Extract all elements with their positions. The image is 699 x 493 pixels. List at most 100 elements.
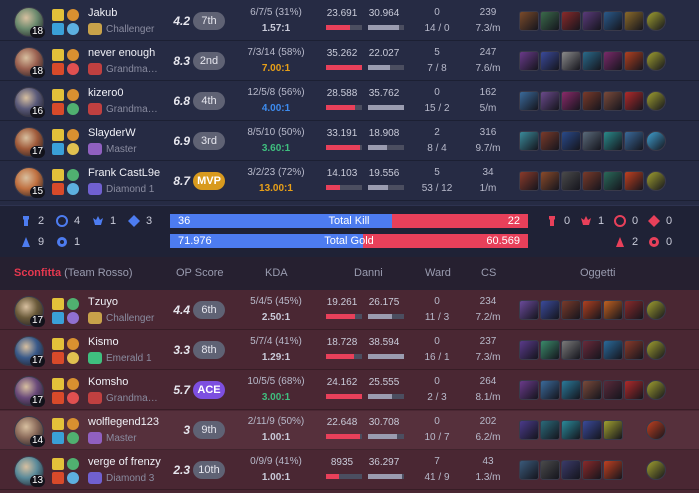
- item-icon[interactable]: [603, 91, 623, 111]
- keystone-rune-icon[interactable]: [67, 129, 79, 141]
- summoner-spell-2-icon[interactable]: [52, 143, 64, 155]
- item-icon[interactable]: [624, 171, 644, 191]
- summoner-spell-2-icon[interactable]: [52, 352, 64, 364]
- secondary-rune-icon[interactable]: [67, 472, 79, 484]
- item-icon[interactable]: [646, 300, 666, 320]
- summoner-spell-2-icon[interactable]: [52, 23, 64, 35]
- item-icon[interactable]: [540, 131, 560, 151]
- item-icon[interactable]: [540, 51, 560, 71]
- item-icon[interactable]: [519, 91, 539, 111]
- item-icon[interactable]: [540, 171, 560, 191]
- item-icon[interactable]: [646, 11, 666, 31]
- header-kda[interactable]: KDA: [265, 267, 288, 279]
- secondary-rune-icon[interactable]: [67, 352, 79, 364]
- keystone-rune-icon[interactable]: [67, 9, 79, 21]
- item-icon[interactable]: [519, 380, 539, 400]
- item-icon[interactable]: [646, 460, 666, 480]
- keystone-rune-icon[interactable]: [67, 169, 79, 181]
- item-icon[interactable]: [582, 460, 602, 480]
- item-icon[interactable]: [519, 340, 539, 360]
- item-icon[interactable]: [603, 171, 623, 191]
- summoner-name[interactable]: never enough: [88, 47, 155, 59]
- item-icon[interactable]: [561, 460, 581, 480]
- secondary-rune-icon[interactable]: [67, 63, 79, 75]
- summoner-spell-1-icon[interactable]: [52, 49, 64, 61]
- item-icon[interactable]: [624, 11, 644, 31]
- item-icon[interactable]: [582, 51, 602, 71]
- secondary-rune-icon[interactable]: [67, 23, 79, 35]
- secondary-rune-icon[interactable]: [67, 143, 79, 155]
- item-icon[interactable]: [646, 91, 666, 111]
- keystone-rune-icon[interactable]: [67, 338, 79, 350]
- item-icon[interactable]: [582, 300, 602, 320]
- secondary-rune-icon[interactable]: [67, 432, 79, 444]
- header-damage[interactable]: Danni: [354, 267, 383, 279]
- keystone-rune-icon[interactable]: [67, 49, 79, 61]
- item-icon[interactable]: [561, 380, 581, 400]
- keystone-rune-icon[interactable]: [67, 298, 79, 310]
- item-icon[interactable]: [603, 340, 623, 360]
- item-icon[interactable]: [561, 51, 581, 71]
- header-items[interactable]: Oggetti: [580, 267, 615, 279]
- item-icon[interactable]: [540, 340, 560, 360]
- item-icon[interactable]: [603, 131, 623, 151]
- summoner-spell-1-icon[interactable]: [52, 458, 64, 470]
- item-icon[interactable]: [624, 300, 644, 320]
- secondary-rune-icon[interactable]: [67, 312, 79, 324]
- item-icon[interactable]: [646, 131, 666, 151]
- summoner-name[interactable]: SlayderW: [88, 127, 136, 139]
- summoner-spell-2-icon[interactable]: [52, 103, 64, 115]
- summoner-spell-1-icon[interactable]: [52, 378, 64, 390]
- item-icon[interactable]: [603, 460, 623, 480]
- secondary-rune-icon[interactable]: [67, 183, 79, 195]
- item-icon[interactable]: [582, 131, 602, 151]
- item-icon[interactable]: [624, 131, 644, 151]
- summoner-spell-1-icon[interactable]: [52, 129, 64, 141]
- item-icon[interactable]: [582, 11, 602, 31]
- header-ward[interactable]: Ward: [425, 267, 451, 279]
- item-icon[interactable]: [561, 131, 581, 151]
- item-icon[interactable]: [540, 300, 560, 320]
- summoner-spell-1-icon[interactable]: [52, 298, 64, 310]
- summoner-name[interactable]: verge of frenzy: [88, 456, 161, 468]
- summoner-spell-2-icon[interactable]: [52, 392, 64, 404]
- summoner-spell-2-icon[interactable]: [52, 63, 64, 75]
- summoner-spell-1-icon[interactable]: [52, 169, 64, 181]
- player-row[interactable]: 14 wolflegend123 Master 3 9th 2/11/9 (50%) 1.0…: [0, 411, 699, 450]
- item-icon[interactable]: [540, 460, 560, 480]
- player-row[interactable]: 18 never enough Grandmaster 8.3 2nd 7/3/14 (5…: [0, 42, 699, 81]
- item-icon[interactable]: [646, 51, 666, 71]
- summoner-name[interactable]: kizero0: [88, 87, 123, 99]
- summoner-name[interactable]: wolflegend123: [88, 416, 159, 428]
- item-icon[interactable]: [540, 91, 560, 111]
- item-icon[interactable]: [646, 380, 666, 400]
- item-icon[interactable]: [519, 11, 539, 31]
- player-row[interactable]: 13 verge of frenzy Diamond 3 2.3 10th 0/9/9 (…: [0, 451, 699, 490]
- summoner-name[interactable]: Frank CastL9e: [88, 167, 160, 179]
- summoner-spell-1-icon[interactable]: [52, 9, 64, 21]
- item-icon[interactable]: [561, 300, 581, 320]
- keystone-rune-icon[interactable]: [67, 458, 79, 470]
- item-icon[interactable]: [624, 380, 644, 400]
- item-icon[interactable]: [582, 380, 602, 400]
- item-icon[interactable]: [582, 171, 602, 191]
- item-icon[interactable]: [519, 420, 539, 440]
- item-icon[interactable]: [646, 171, 666, 191]
- player-row[interactable]: 18 Jakub Challenger 4.2 7th 6/7/5 (31%) 1.57:1…: [0, 2, 699, 41]
- header-op-score[interactable]: OP Score: [176, 267, 224, 279]
- player-row[interactable]: 17 Komsho Grandmaster 5.7 ACE 10/5/5 (68%) 3.0…: [0, 371, 699, 410]
- item-icon[interactable]: [561, 91, 581, 111]
- item-icon[interactable]: [603, 11, 623, 31]
- item-icon[interactable]: [582, 91, 602, 111]
- summoner-spell-1-icon[interactable]: [52, 418, 64, 430]
- item-icon[interactable]: [561, 171, 581, 191]
- item-icon[interactable]: [624, 340, 644, 360]
- item-icon[interactable]: [519, 51, 539, 71]
- summoner-spell-1-icon[interactable]: [52, 338, 64, 350]
- item-icon[interactable]: [603, 300, 623, 320]
- item-icon[interactable]: [561, 11, 581, 31]
- summoner-name[interactable]: Kismo: [88, 336, 119, 348]
- header-cs[interactable]: CS: [481, 267, 496, 279]
- item-icon[interactable]: [519, 460, 539, 480]
- item-icon[interactable]: [603, 420, 623, 440]
